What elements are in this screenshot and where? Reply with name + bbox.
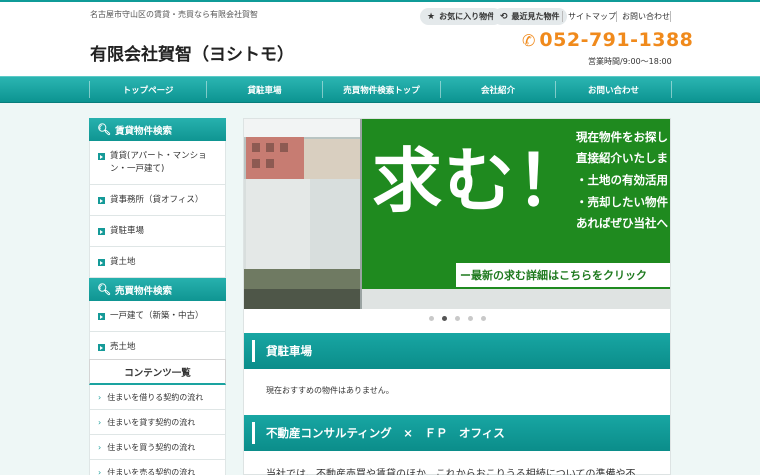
consulting-section-title: 不動産コンサルティング × ＦＰ オフィス	[266, 426, 505, 440]
sidebar-item-sale-house[interactable]: 一戸建て（新築・中古）	[89, 301, 226, 332]
contact-link[interactable]: お問い合わせ	[622, 11, 670, 22]
contents-item-label: 住まいを買う契約の流れ	[107, 442, 196, 452]
parking-section-title: 貸駐車場	[266, 344, 312, 358]
slider-dot[interactable]	[428, 316, 434, 321]
slider-dot[interactable]	[480, 316, 486, 321]
photo-building-2	[304, 139, 360, 179]
sale-search-header: 🔍︎ 売買物件検索	[89, 278, 226, 301]
parking-notice: 現在おすすめの物件はありません。	[266, 386, 394, 395]
sidebar-item-label: 売土地	[110, 342, 136, 352]
slide-line-4: ・売却したい物件	[576, 195, 668, 209]
history-icon: ⟲	[500, 11, 508, 22]
slide-line-1: 現在物件をお探し	[576, 130, 668, 144]
photo-window	[252, 143, 260, 152]
sidebar-item-label: 賃貸(アパート・マンション・一戸建て)	[110, 151, 207, 174]
contents-title: コンテンツ一覧	[89, 359, 226, 385]
rental-search-title: 賃貸物件検索	[114, 125, 172, 137]
favorites-label: お気に入り物件	[439, 12, 496, 21]
chevron-right-icon: ›	[98, 467, 102, 475]
rental-search-header: 🔍︎ 賃貸物件検索	[89, 118, 226, 141]
divider	[616, 11, 617, 22]
contents-item-rent-flow[interactable]: › 住まいを借りる契約の流れ	[89, 385, 226, 410]
favorites-button[interactable]: ★ お気に入り物件	[420, 8, 503, 25]
sidebar-item-rental-housing[interactable]: 賃貸(アパート・マンション・一戸建て)	[89, 141, 226, 185]
nav-item-company[interactable]: 会社紹介	[441, 77, 555, 102]
main-content: 求む！ 現在物件をお探し 直接紹介いたしま ・土地の有効活用 ・売却したい物件 …	[243, 118, 671, 475]
nav-item-contact[interactable]: お問い合わせ	[556, 77, 671, 102]
site-tagline: 名古屋市守山区の賃貸・売買なら有限会社賀智	[90, 10, 258, 19]
contents-item-buy-flow[interactable]: › 住まいを買う契約の流れ	[89, 435, 226, 460]
contents-item-lease-flow[interactable]: › 住まいを貸す契約の流れ	[89, 410, 226, 435]
arrow-square-icon	[98, 153, 105, 160]
divider	[670, 11, 671, 22]
photo-glass-pane	[246, 179, 310, 269]
photo-window	[266, 159, 274, 168]
divider	[562, 11, 563, 22]
sidebar: 🔍︎ 賃貸物件検索 賃貸(アパート・マンション・一戸建て) 貸事務所（貸オフィス…	[89, 118, 226, 363]
consulting-text: 当社では、不動産売買や賃貸のほか、これからおこりうる相続についての準備や不	[266, 469, 636, 475]
photo-ground	[244, 289, 362, 309]
recent-label: 最近見た物件	[511, 12, 560, 21]
arrow-square-icon	[98, 344, 105, 351]
sidebar-item-label: 貸事務所（貸オフィス）	[110, 195, 204, 205]
sidebar-item-rental-land[interactable]: 貸土地	[89, 247, 226, 278]
chevron-right-icon: ›	[98, 392, 102, 402]
slide-big-text: 求む！	[372, 139, 588, 222]
global-nav: トップページ 貸駐車場 売買物件検索トップ 会社紹介 お問い合わせ	[0, 76, 760, 103]
search-icon: 🔍︎	[97, 123, 111, 136]
slide-line-3: ・土地の有効活用	[576, 173, 668, 187]
site-logo[interactable]: 有限会社賀智（ヨシトモ）	[90, 40, 294, 65]
slide-banner-link[interactable]: ー最新の求む詳細はこちらをクリック	[460, 267, 647, 283]
chevron-right-icon: ›	[98, 417, 102, 427]
slide-lower-strip	[362, 289, 670, 309]
site-header: 名古屋市守山区の賃貸・売買なら有限会社賀智 有限会社賀智（ヨシトモ） ★ お気に入…	[0, 2, 760, 76]
sidebar-item-rental-parking[interactable]: 貸駐車場	[89, 216, 226, 247]
chevron-right-icon: ›	[98, 442, 102, 452]
contents-list: コンテンツ一覧 › 住まいを借りる契約の流れ › 住まいを貸す契約の流れ › 住まいを…	[89, 359, 226, 475]
parking-section-header: 貸駐車場	[244, 333, 670, 369]
slide-line-5: あればぜひ当社へ	[576, 216, 668, 230]
contents-item-label: 住まいを借りる契約の流れ	[107, 392, 204, 402]
search-icon: 🔍︎	[97, 283, 111, 296]
photo-window	[252, 159, 260, 168]
phone-number[interactable]: ✆ 052-791-1388	[522, 29, 693, 51]
sale-search-title: 売買物件検索	[114, 285, 172, 297]
slider-dot[interactable]	[467, 316, 473, 321]
photo-window	[266, 143, 274, 152]
nav-item-top[interactable]: トップページ	[90, 77, 206, 102]
sidebar-item-label: 貸土地	[110, 257, 136, 267]
phone-icon: ✆	[522, 30, 536, 50]
star-icon: ★	[427, 11, 436, 22]
photo-window	[280, 143, 288, 152]
hero-slide[interactable]: 求む！ 現在物件をお探し 直接紹介いたしま ・土地の有効活用 ・売却したい物件 …	[244, 119, 670, 309]
contents-item-label: 住まいを売る契約の流れ	[107, 467, 196, 475]
sidebar-item-label: 一戸建て（新築・中古）	[110, 311, 204, 321]
sidebar-item-label: 貸駐車場	[110, 226, 145, 236]
consulting-section-header: 不動産コンサルティング × ＦＰ オフィス	[244, 415, 670, 451]
contents-item-label: 住まいを貸す契約の流れ	[107, 417, 196, 427]
recent-button[interactable]: ⟲ 最近見た物件	[493, 8, 567, 25]
photo-sky	[244, 119, 362, 137]
arrow-square-icon	[98, 197, 105, 204]
contents-item-sell-flow[interactable]: › 住まいを売る契約の流れ	[89, 460, 226, 475]
sidebar-item-rental-office[interactable]: 貸事務所（貸オフィス）	[89, 185, 226, 216]
slide-line-2: 直接紹介いたしま	[576, 151, 668, 165]
arrow-square-icon	[98, 228, 105, 235]
phone-text: 052-791-1388	[539, 29, 694, 51]
business-hours: 営業時間/9:00～18:00	[588, 57, 672, 66]
arrow-square-icon	[98, 259, 105, 266]
slider-dots	[244, 316, 670, 324]
arrow-square-icon	[98, 313, 105, 320]
nav-item-parking[interactable]: 貸駐車場	[207, 77, 322, 102]
slider-dot[interactable]	[441, 316, 447, 321]
slider-dot[interactable]	[454, 316, 460, 321]
nav-divider	[671, 81, 672, 98]
nav-item-sale-search[interactable]: 売買物件検索トップ	[323, 77, 440, 102]
sitemap-link[interactable]: サイトマップ	[568, 11, 616, 22]
